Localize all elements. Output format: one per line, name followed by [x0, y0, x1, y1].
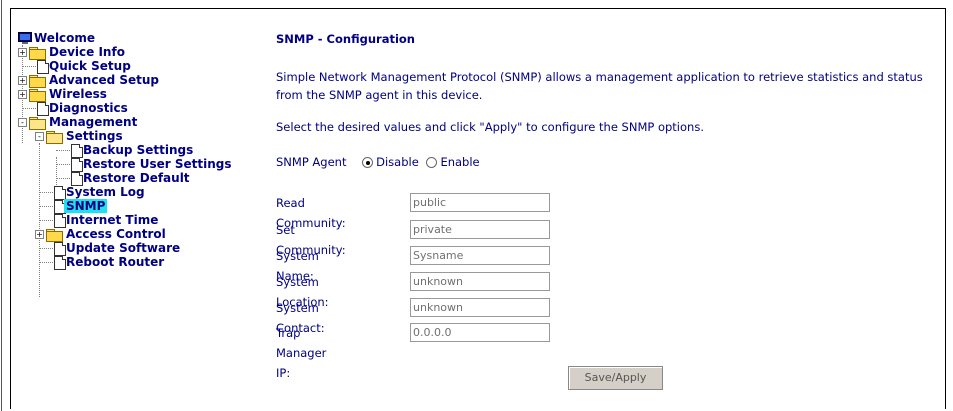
page-icon [54, 242, 66, 256]
folder-icon [29, 47, 46, 60]
sidebar-item-label: Advanced Setup [49, 73, 160, 87]
system-location-input[interactable]: unknown [410, 272, 550, 291]
expand-icon[interactable]: + [18, 48, 27, 57]
trap-manager-ip-label: Trap Manager IP: [276, 326, 327, 380]
enable-radio[interactable] [426, 157, 438, 168]
instruction-text: Select the desired values and click "App… [276, 120, 704, 134]
sidebar-item-label: System Log [66, 185, 145, 199]
sidebar-item-label: Welcome [34, 31, 96, 45]
page-icon [54, 186, 66, 200]
trap-manager-ip-input[interactable]: 0.0.0.0 [410, 323, 550, 342]
page-icon [37, 102, 49, 116]
page-icon [54, 214, 66, 228]
sidebar-item-label: Restore User Settings [83, 157, 232, 171]
sidebar-item-label: Access Control [66, 227, 166, 241]
system-contact-input[interactable]: unknown [410, 298, 550, 317]
sidebar-item-label: Backup Settings [83, 143, 194, 157]
enable-radio-label: Enable [440, 155, 480, 169]
sidebar-item-label: Quick Setup [49, 59, 131, 73]
folder-icon [29, 75, 46, 88]
page-icon [71, 144, 83, 158]
expand-icon[interactable]: + [18, 90, 27, 99]
page-icon [71, 172, 83, 186]
sidebar-item-label: Update Software [66, 241, 181, 255]
page-icon [54, 256, 66, 270]
folder-icon [46, 229, 63, 242]
page-title: SNMP - Configuration [276, 32, 415, 46]
page-icon [71, 158, 83, 172]
sidebar-item-label: Device Info [49, 45, 125, 59]
sidebar-item-label: Reboot Router [66, 255, 165, 269]
sidebar-item-label: Internet Time [66, 213, 159, 227]
system-name-input[interactable]: Sysname [410, 246, 550, 265]
collapse-icon[interactable]: - [18, 118, 27, 127]
expand-icon[interactable]: + [35, 230, 44, 239]
set-community-input[interactable]: private [410, 220, 550, 239]
disable-radio-label: Disable [376, 155, 419, 169]
sidebar-item-label: Restore Default [83, 171, 190, 185]
sidebar-item-label: Settings [66, 129, 123, 143]
page-icon [37, 60, 49, 74]
window-edge-line [1, 0, 2, 411]
open-folder-icon [46, 131, 63, 144]
folder-icon [29, 89, 46, 102]
snmp-agent-row: SNMP Agent Disable Enable [276, 155, 480, 169]
sidebar-item-label: Wireless [49, 87, 107, 101]
collapse-icon[interactable]: - [35, 132, 44, 141]
disable-radio[interactable] [362, 157, 374, 168]
snmp-agent-label: SNMP Agent [276, 155, 347, 169]
description-text: Simple Network Management Protocol (SNMP… [276, 70, 923, 102]
save-apply-button[interactable]: Save/Apply [568, 366, 663, 390]
sidebar-item-label: SNMP [64, 199, 108, 213]
monitor-icon [18, 32, 32, 44]
read-community-input[interactable]: public [410, 193, 550, 212]
sidebar-item-label: Diagnostics [49, 101, 128, 115]
expand-icon[interactable]: + [18, 76, 27, 85]
open-folder-icon [29, 117, 46, 130]
sidebar-item-label: Management [49, 115, 138, 129]
